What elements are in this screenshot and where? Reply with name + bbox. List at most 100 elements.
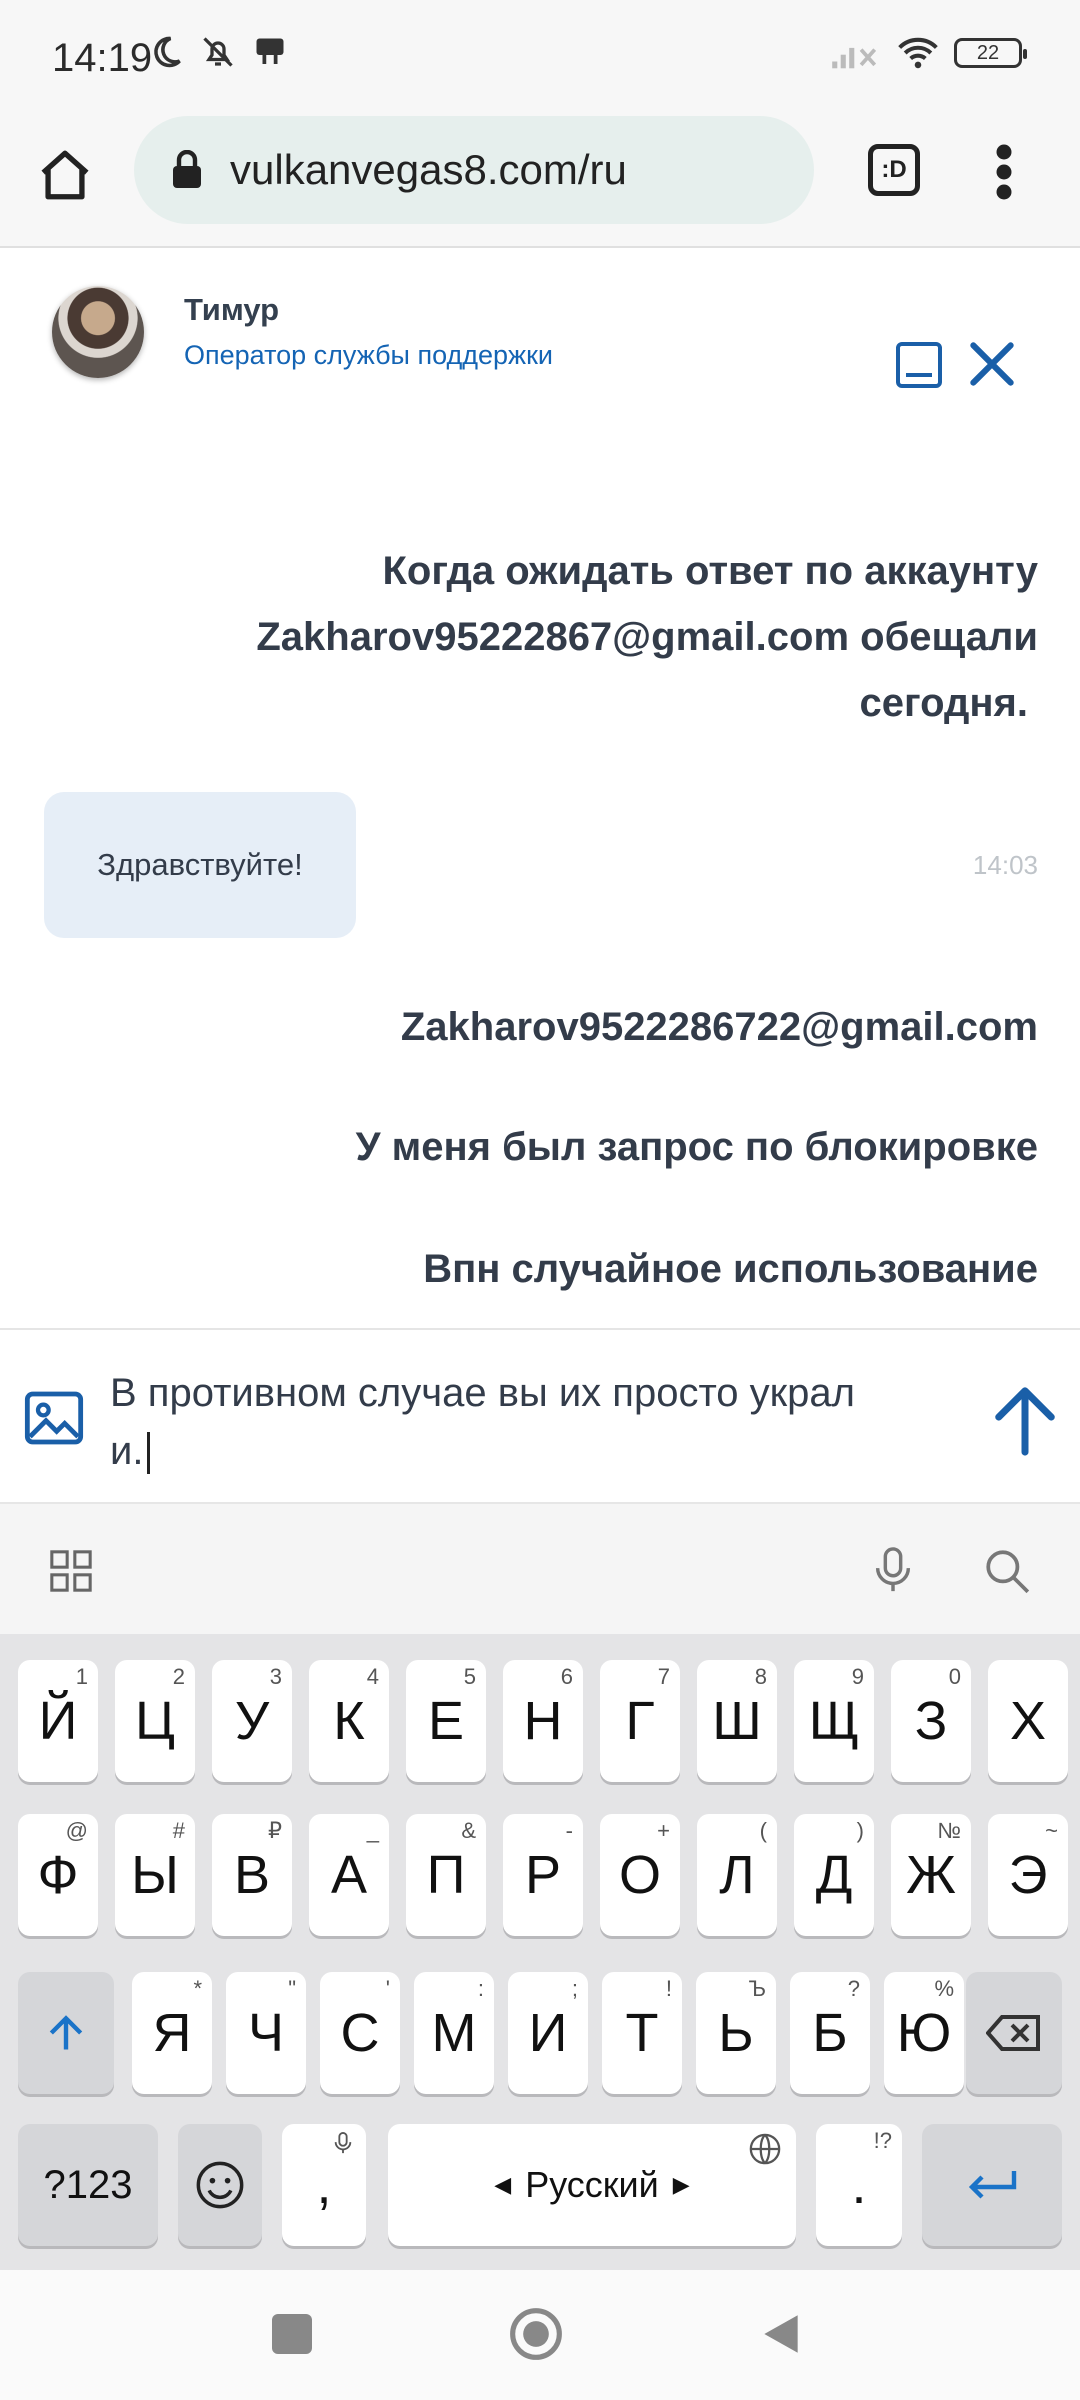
key-label: З <box>914 1691 948 1751</box>
key-2[interactable]: 2Ц <box>115 1660 195 1782</box>
key-9[interactable]: ) Д <box>794 1814 874 1936</box>
space-key[interactable]: ◀ Русский ▶ <box>388 2124 796 2246</box>
key-hint: ! <box>665 1976 672 2001</box>
key-11[interactable]: ~ Э <box>988 1814 1068 1936</box>
key-4[interactable]: _ А <box>309 1814 389 1936</box>
back-button[interactable] <box>756 2308 806 2360</box>
backspace-key[interactable] <box>966 1972 1062 2094</box>
comma-key[interactable]: , <box>282 2124 366 2246</box>
key-8[interactable]: (Л <box>697 1814 777 1936</box>
key-label: В <box>233 1845 271 1905</box>
send-arrow-icon[interactable] <box>990 1382 1060 1458</box>
key-5[interactable]: 5Е <box>406 1660 486 1782</box>
space-label: Русский <box>525 2164 659 2205</box>
key-label: М <box>431 2003 477 2063</box>
home-button[interactable] <box>508 2306 564 2362</box>
key-label: Р <box>524 1845 562 1905</box>
key-hint: ( <box>759 1818 767 1843</box>
key-4[interactable]: :М <box>414 1972 494 2094</box>
key-label: О <box>618 1845 661 1905</box>
more-menu-icon[interactable] <box>992 142 1016 202</box>
key-hint: 7 <box>657 1664 670 1689</box>
search-icon[interactable] <box>982 1546 1032 1596</box>
tab-switcher-button[interactable]: :D <box>868 144 920 196</box>
key-6[interactable]: 6Н <box>503 1660 583 1782</box>
key-label: И <box>528 2003 568 2063</box>
key-5[interactable]: & П <box>406 1814 486 1936</box>
period-hint: !? <box>873 2128 892 2153</box>
key-7[interactable]: ЪЬ <box>696 1972 776 2094</box>
symbols-key[interactable]: ?123 <box>18 2124 158 2246</box>
key-7[interactable]: + О <box>600 1814 680 1936</box>
key-10[interactable]: 0З <box>891 1660 971 1782</box>
keyboard-toolbar <box>0 1502 1080 1634</box>
key-9[interactable]: % Ю <box>884 1972 964 2094</box>
key-hint: ' <box>385 1976 390 2001</box>
period-key[interactable]: !? . <box>816 2124 902 2246</box>
key-8[interactable]: ? Б <box>790 1972 870 2094</box>
key-label: Д <box>815 1845 853 1905</box>
key-hint: * <box>193 1976 202 2001</box>
key-label: Щ <box>808 1691 860 1751</box>
key-label: Ж <box>906 1845 956 1905</box>
message-input[interactable]: В противном случае вы их просто украл и. <box>110 1364 970 1480</box>
key-2[interactable]: " Ч <box>226 1972 306 2094</box>
key-9[interactable]: 9Щ <box>794 1660 874 1782</box>
emoji-key[interactable] <box>178 2124 262 2246</box>
key-label: Й <box>38 1691 78 1751</box>
symbols-key-label: ?123 <box>43 2162 133 2207</box>
key-3[interactable]: ' С <box>320 1972 400 2094</box>
key-2[interactable]: # Ы <box>115 1814 195 1936</box>
minimize-chat-button[interactable] <box>896 342 942 388</box>
key-hint: 6 <box>560 1664 573 1689</box>
key-hint: : <box>477 1976 484 2001</box>
key-1[interactable]: 1Й <box>18 1660 98 1782</box>
key-10[interactable]: № Ж <box>891 1814 971 1936</box>
key-hint: % <box>934 1976 954 2001</box>
key-hint: ; <box>571 1976 578 2001</box>
key-label: Я <box>152 2003 192 2063</box>
key-1[interactable]: @ Ф <box>18 1814 98 1936</box>
address-bar[interactable]: vulkanvegas8.com/ru <box>134 116 814 224</box>
key-4[interactable]: 4К <box>309 1660 389 1782</box>
key-label: Э <box>1008 1845 1048 1905</box>
key-hint: @ <box>65 1818 88 1843</box>
key-label: П <box>426 1845 466 1905</box>
key-label: Е <box>427 1691 465 1751</box>
key-3[interactable]: ₽ В <box>212 1814 292 1936</box>
key-1[interactable]: * Я <box>132 1972 212 2094</box>
home-icon[interactable] <box>36 146 94 204</box>
tab-switcher-label: :D <box>881 156 907 183</box>
battery-level: 22 <box>976 41 1000 64</box>
key-8[interactable]: 8Ш <box>697 1660 777 1782</box>
key-6[interactable]: ! Т <box>602 1972 682 2094</box>
key-hint: 0 <box>948 1664 961 1689</box>
key-11[interactable]: Х <box>988 1660 1068 1782</box>
close-icon[interactable] <box>964 336 1020 392</box>
key-6[interactable]: -Р <box>503 1814 583 1936</box>
shift-key[interactable] <box>18 1972 114 2094</box>
status-bar: 14:19 22 <box>0 0 1080 116</box>
shift-arrow-icon <box>49 2015 83 2050</box>
key-3[interactable]: 3У <box>212 1660 292 1782</box>
apps-grid-icon[interactable] <box>48 1548 94 1594</box>
backspace-icon <box>986 2015 1040 2051</box>
key-7[interactable]: 7Г <box>600 1660 680 1782</box>
key-label: Ш <box>712 1691 762 1751</box>
key-label: К <box>333 1691 365 1751</box>
key-label: Ц <box>135 1691 175 1751</box>
enter-key[interactable] <box>922 2124 1062 2246</box>
key-label: Б <box>812 2003 848 2063</box>
key-label: Ч <box>248 2003 284 2063</box>
recents-button[interactable] <box>272 2314 312 2354</box>
microphone-icon[interactable] <box>870 1544 916 1596</box>
key-hint: № <box>937 1818 961 1843</box>
key-5[interactable]: ; И <box>508 1972 588 2094</box>
agent-message-text: Здравствуйте! <box>97 847 303 882</box>
user-message: У меня был запрос по блокировке <box>355 1125 1038 1169</box>
key-hint: _ <box>366 1818 379 1843</box>
agent-name: Тимур <box>184 292 280 327</box>
url-text: vulkanvegas8.com/ru <box>230 146 627 193</box>
attach-image-icon[interactable] <box>22 1386 86 1450</box>
comma-label: , <box>316 2155 332 2215</box>
